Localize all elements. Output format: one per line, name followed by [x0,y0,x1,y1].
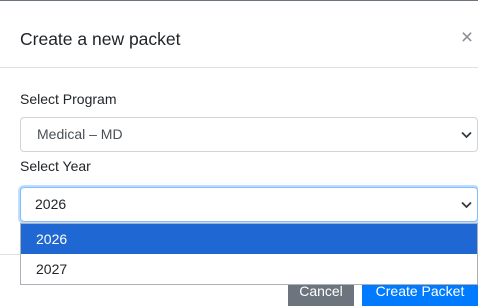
chevron-down-icon [461,201,472,209]
year-select-value: 2026 [35,196,67,212]
year-option-2026[interactable]: 2026 [21,224,477,254]
create-packet-modal: Create a new packet × Select Program Med… [0,0,478,306]
modal-footer-divider [0,254,20,255]
program-select[interactable]: Medical – MD [20,117,478,152]
year-label: Select Year [20,158,91,174]
year-option-2027[interactable]: 2027 [21,254,477,284]
chevron-down-icon [461,131,472,139]
year-dropdown-list: 2026 2027 [20,223,478,285]
program-label: Select Program [20,91,117,107]
close-icon[interactable]: × [459,27,475,48]
modal-title: Create a new packet [20,29,181,49]
modal-header: Create a new packet × [0,1,478,68]
year-select[interactable]: 2026 [20,187,478,222]
program-select-value: Medical – MD [37,126,123,142]
